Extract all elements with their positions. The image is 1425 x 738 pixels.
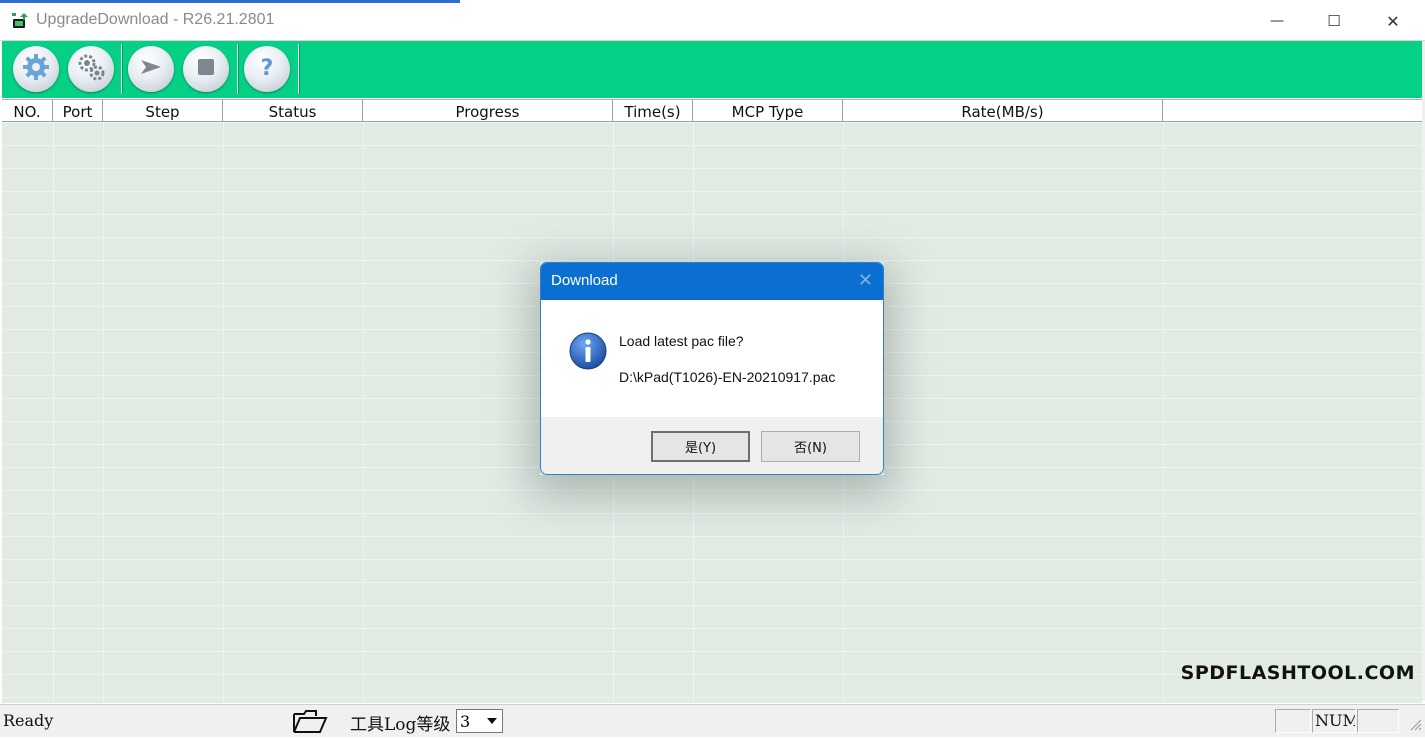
svg-text:?: ?: [261, 56, 274, 81]
column-header-filler: [1163, 100, 1422, 122]
gear-icon: [21, 52, 51, 86]
maximize-button[interactable]: ☐: [1305, 3, 1363, 39]
column-header-rate[interactable]: Rate(MB/s): [843, 100, 1163, 122]
help-button[interactable]: ?: [244, 46, 290, 92]
column-divider: [363, 122, 364, 703]
download-dialog: Download ✕ Load latest pac file? D:\kPad…: [540, 262, 884, 475]
column-divider: [53, 122, 54, 703]
toolbar-separator: [298, 44, 300, 94]
status-bar: Ready 工具Log等级 3 NUM: [0, 704, 1425, 737]
log-level-value: 3: [460, 712, 471, 731]
num-lock-indicator: NUM: [1312, 709, 1356, 733]
dialog-body: Load latest pac file? D:\kPad(T1026)-EN-…: [541, 300, 883, 417]
yes-button[interactable]: 是(Y): [651, 431, 750, 462]
close-icon: ✕: [1386, 11, 1400, 31]
stop-button[interactable]: [183, 46, 229, 92]
watermark-text: SPDFLASHTOOL.COM: [1180, 662, 1415, 684]
chevron-down-icon[interactable]: [482, 710, 502, 732]
maximize-icon: ☐: [1327, 12, 1341, 30]
log-level-select[interactable]: 3: [456, 709, 503, 733]
minimize-button[interactable]: —: [1248, 3, 1306, 39]
resize-grip-icon[interactable]: [1406, 715, 1422, 731]
status-text: Ready: [3, 711, 54, 730]
dialog-close-icon[interactable]: ✕: [858, 270, 873, 291]
folder-icon[interactable]: [292, 708, 328, 738]
help-icon: ?: [252, 52, 282, 86]
start-button[interactable]: [128, 46, 174, 92]
column-header-time[interactable]: Time(s): [613, 100, 693, 122]
column-header-progress[interactable]: Progress: [363, 100, 613, 122]
toolbar: ?: [2, 41, 1422, 98]
column-header-step[interactable]: Step: [103, 100, 223, 122]
minimize-icon: —: [1270, 13, 1284, 29]
column-divider: [223, 122, 224, 703]
status-panel: [1275, 709, 1311, 733]
dialog-message: Load latest pac file?: [619, 333, 744, 349]
stop-icon: [194, 55, 218, 83]
no-button[interactable]: 否(N): [761, 431, 860, 462]
column-header-mcp-type[interactable]: MCP Type: [693, 100, 843, 122]
title-bar[interactable]: UpgradeDownload - R26.21.2801 — ☐ ✕: [0, 3, 1425, 41]
dialog-file-path: D:\kPad(T1026)-EN-20210917.pac: [619, 369, 836, 385]
close-button[interactable]: ✕: [1364, 3, 1422, 39]
dialog-title-bar[interactable]: Download ✕: [541, 263, 883, 300]
column-header-status[interactable]: Status: [223, 100, 363, 122]
column-divider: [103, 122, 104, 703]
advanced-settings-button[interactable]: [68, 46, 114, 92]
toolbar-separator: [121, 44, 123, 94]
column-divider: [1163, 122, 1164, 703]
settings-button[interactable]: [13, 46, 59, 92]
gears-icon: [76, 52, 106, 86]
info-icon: [569, 332, 607, 370]
toolbar-separator: [237, 44, 239, 94]
status-panel: [1357, 709, 1399, 733]
column-header-no[interactable]: NO.: [2, 100, 53, 122]
dialog-title: Download: [551, 272, 618, 289]
app-icon: [10, 11, 30, 31]
log-level-label: 工具Log等级: [350, 715, 451, 735]
window-title: UpgradeDownload - R26.21.2801: [36, 11, 275, 28]
column-header-port[interactable]: Port: [53, 100, 103, 122]
play-icon: [137, 53, 165, 85]
